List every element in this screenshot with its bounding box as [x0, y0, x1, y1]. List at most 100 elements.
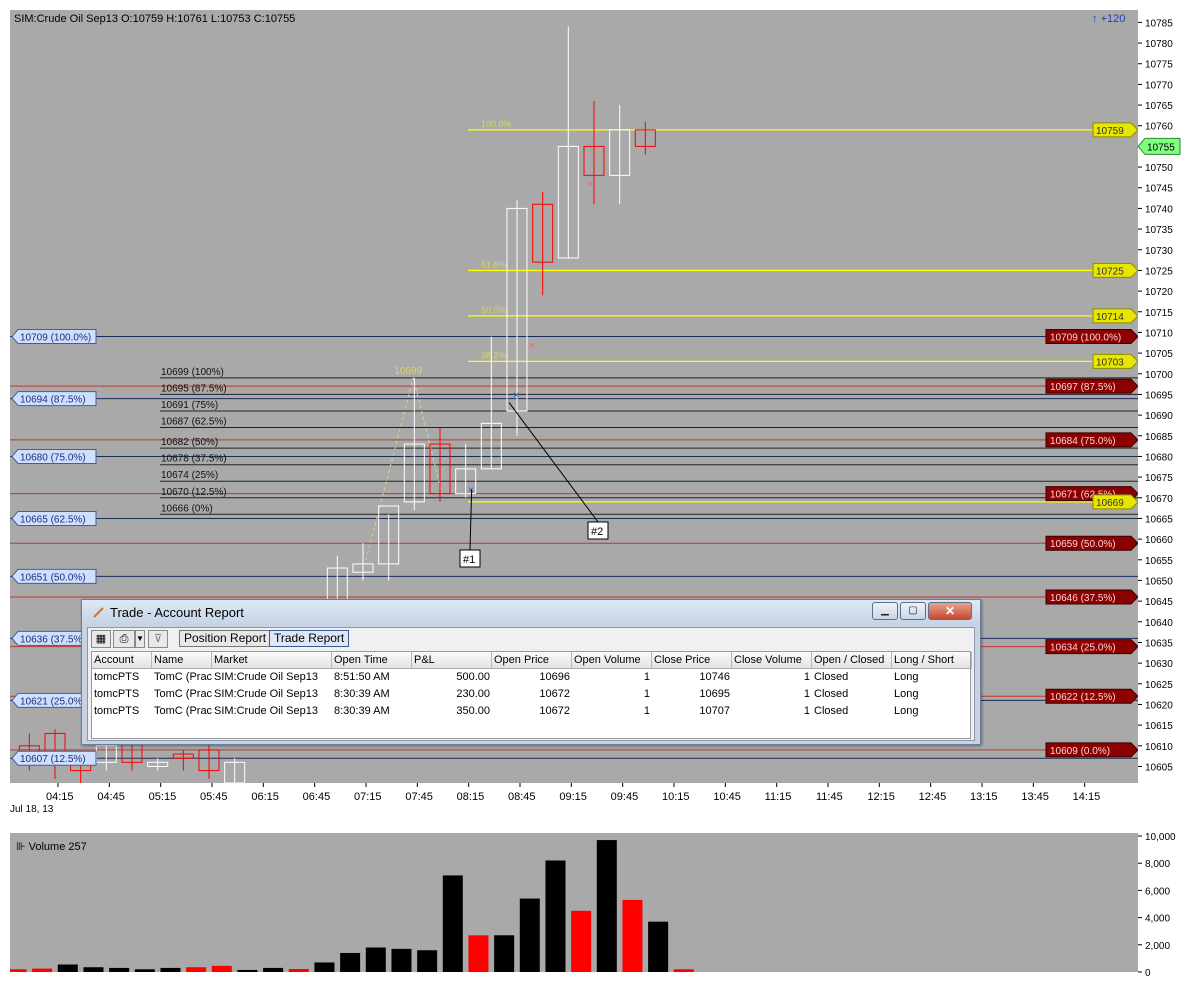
vol-y-tick-label: 8,000 — [1145, 859, 1170, 870]
marker-1-line — [469, 489, 473, 551]
close-button[interactable]: ✕ — [928, 602, 972, 620]
chart-application: 10699 (100%) 10695 (87.5%) 10691 (75%) 1068… — [0, 0, 1196, 982]
fib-left-label: 10680 (75.0%) — [20, 452, 86, 463]
y-tick-label: 10630 — [1145, 659, 1173, 670]
y-tick-label: 10760 — [1145, 122, 1173, 133]
volume-bar — [545, 860, 566, 972]
filter-icon[interactable]: ⊽ — [148, 630, 168, 648]
price-tag-label: 10703 — [1096, 357, 1124, 368]
table-cell: tomcPTS — [94, 688, 140, 700]
column-header[interactable]: Open Volume — [572, 652, 652, 669]
volume-pane[interactable] — [10, 833, 1138, 972]
fib-right-label: 10622 (12.5%) — [1050, 692, 1116, 703]
volume-bar — [288, 969, 309, 972]
entry-marker: × — [513, 389, 519, 401]
fib-mid-label: 10666 (0%) — [161, 503, 213, 514]
y-tick-label: 10765 — [1145, 101, 1173, 112]
table-cell: 10695 — [699, 688, 730, 700]
table-cell: TomC (Prac — [154, 688, 212, 700]
column-header[interactable]: P&L — [412, 652, 492, 669]
table-cell: 350.00 — [456, 705, 490, 717]
table-cell: 1 — [803, 688, 810, 700]
column-header[interactable]: Market — [212, 652, 332, 669]
volume-bar — [519, 898, 540, 972]
volume-bar — [391, 948, 412, 972]
print-icon[interactable]: ⎙ — [113, 630, 135, 648]
x-tick-label: 12:45 — [919, 791, 947, 803]
volume-bar — [340, 952, 361, 972]
maximize-button[interactable]: ▢ — [900, 602, 926, 620]
fib-right-label: 10709 (100.0%) — [1050, 333, 1121, 344]
column-header[interactable]: Close Volume — [732, 652, 812, 669]
table-row[interactable]: tomcPTS TomC (Prac SIM:Crude Oil Sep13 8:30… — [92, 703, 970, 720]
y-tick-label: 10745 — [1145, 184, 1173, 195]
entry-marker: × — [468, 485, 474, 497]
volume-bar — [673, 969, 694, 972]
table-cell: SIM:Crude Oil Sep13 — [214, 688, 318, 700]
x-tick-label: 05:45 — [200, 791, 228, 803]
y-tick-label: 10635 — [1145, 638, 1173, 649]
volume-bar — [134, 969, 155, 972]
y-tick-label: 10700 — [1145, 370, 1173, 381]
trade-account-report-window[interactable]: Trade - Account Report ▁ ▢ ✕ ▦ ⎙ ▼ ⊽ Pos… — [81, 599, 981, 745]
marker-1-label: #1 — [463, 554, 475, 566]
volume-bar — [32, 968, 53, 972]
y-tick-label: 10685 — [1145, 432, 1173, 443]
minimize-button[interactable]: ▁ — [872, 602, 898, 620]
table-cell: 1 — [803, 705, 810, 717]
y-tick-label: 10645 — [1145, 597, 1173, 608]
vol-y-tick-label: 4,000 — [1145, 914, 1170, 925]
window-titlebar[interactable]: Trade - Account Report ▁ ▢ ✕ — [82, 600, 980, 624]
column-header[interactable]: Name — [152, 652, 212, 669]
y-tick-label: 10605 — [1145, 762, 1173, 773]
volume-bar — [314, 962, 335, 972]
x-tick-label: 10:45 — [713, 791, 741, 803]
fib-left-label: 10651 (50.0%) — [20, 572, 86, 583]
x-tick-label: 08:45 — [508, 791, 536, 803]
table-row[interactable]: tomcPTS TomC (Prac SIM:Crude Oil Sep13 8:30… — [92, 686, 970, 703]
column-header[interactable]: Open Price — [492, 652, 572, 669]
column-header[interactable]: Long / Short — [892, 652, 972, 669]
x-tick-label: 09:45 — [611, 791, 639, 803]
volume-bar — [442, 875, 463, 972]
x-tick-label: 11:15 — [765, 791, 792, 803]
price-tag-label: 10669 — [1096, 498, 1124, 509]
y-tick-label: 10715 — [1145, 308, 1173, 319]
scroll-indicator-value: +120 — [1100, 13, 1126, 25]
column-header[interactable]: Close Price — [652, 652, 732, 669]
volume-bar — [596, 840, 617, 972]
chevron-down-icon[interactable]: ▼ — [135, 630, 145, 648]
table-row[interactable]: tomcPTS TomC (Prac SIM:Crude Oil Sep13 8:51… — [92, 669, 970, 686]
table-header: Account Name Market Open Time P&L Open Price O… — [92, 652, 972, 669]
volume-bar — [186, 967, 207, 972]
y-tick-label: 10665 — [1145, 514, 1173, 525]
fib-mid-label: 10687 (62.5%) — [161, 417, 227, 428]
column-header[interactable]: Open Time — [332, 652, 412, 669]
y-tick-label: 10735 — [1145, 225, 1173, 236]
properties-icon[interactable]: ▦ — [91, 630, 111, 648]
y-tick-label: 10785 — [1145, 18, 1173, 29]
table-cell: 8:51:50 AM — [334, 671, 390, 683]
table-cell: 10696 — [539, 671, 570, 683]
volume-bar — [160, 967, 181, 972]
fib-left-label: 10694 (87.5%) — [20, 395, 86, 406]
tab-position-report[interactable]: Position Report — [179, 630, 272, 647]
tab-trade-report[interactable]: Trade Report — [269, 630, 350, 647]
table-cell: SIM:Crude Oil Sep13 — [214, 671, 318, 683]
volume-bar — [57, 964, 78, 972]
x-tick-label: 07:45 — [405, 791, 433, 803]
scroll-indicator[interactable]: ↑ +120 — [1092, 13, 1125, 25]
y-tick-label: 10615 — [1145, 721, 1173, 732]
fib-mid-label: 10691 (75%) — [161, 400, 218, 411]
volume-chart — [10, 840, 694, 972]
x-tick-label: 12:15 — [867, 791, 895, 803]
column-header[interactable]: Account — [92, 652, 152, 669]
table-cell: 10672 — [539, 705, 570, 717]
fib-retrace-label: 61.8% — [481, 259, 507, 269]
y-tick-label: 10725 — [1145, 266, 1173, 277]
y-tick-label: 10655 — [1145, 556, 1173, 567]
column-header[interactable]: Open / Closed — [812, 652, 892, 669]
table-cell: 230.00 — [456, 688, 490, 700]
volume-bar — [571, 910, 592, 972]
x-tick-label: 07:15 — [354, 791, 382, 803]
